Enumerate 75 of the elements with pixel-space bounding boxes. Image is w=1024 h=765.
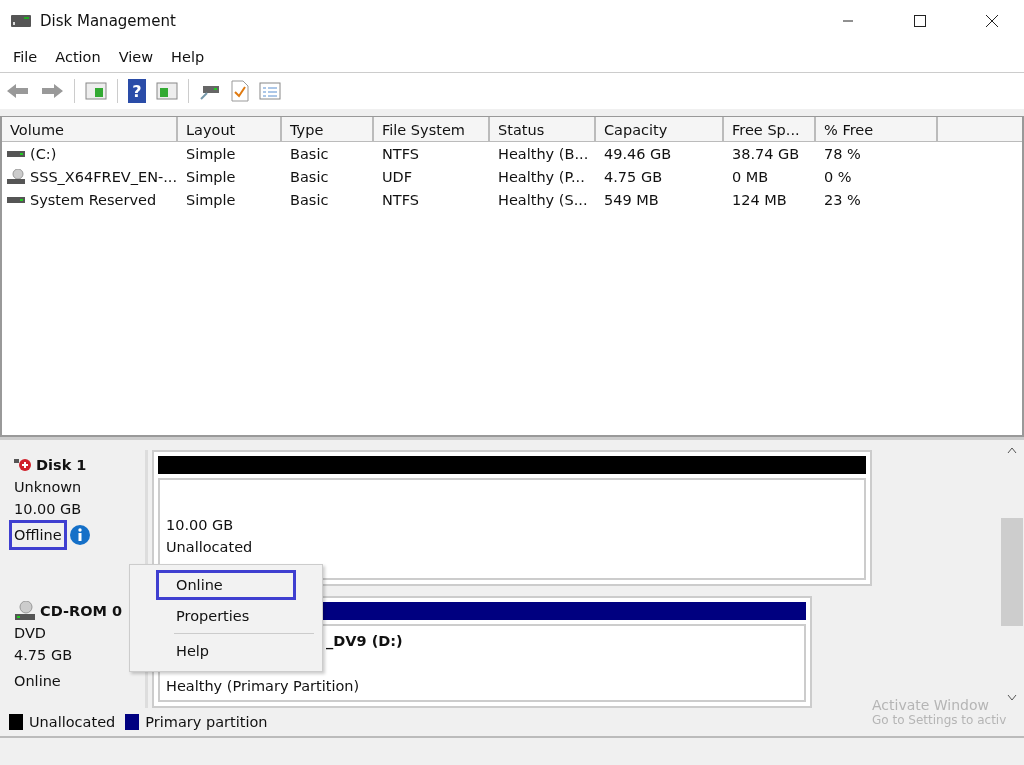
menu-item[interactable]: Action <box>46 49 110 65</box>
help-icon[interactable]: ? <box>128 79 146 103</box>
menu-item[interactable]: File <box>4 49 47 65</box>
forward-arrow-icon[interactable] <box>40 82 64 100</box>
table-cell: SSS_X64FREV_EN-... <box>30 168 178 185</box>
table-cell-text: 0 % <box>823 168 853 185</box>
disk-drive-icon <box>10 13 32 29</box>
activation-notice: Activate Window <box>872 697 991 713</box>
table-cell-text: Basic <box>289 168 330 185</box>
maximize-icon <box>913 14 927 28</box>
table-cell-text: UDF <box>381 168 414 185</box>
drive-icon <box>6 149 26 158</box>
table-cell-text: 23 % <box>823 191 862 208</box>
legend-label: Primary partition <box>145 714 268 730</box>
column-header[interactable]: Layout <box>178 117 282 141</box>
close-icon <box>985 14 999 28</box>
cd-drive-icon <box>6 168 26 185</box>
column-header[interactable]: Free Sp... <box>724 117 816 141</box>
column-header[interactable]: File System <box>374 117 490 141</box>
disk-type: DVD <box>14 624 47 643</box>
table-cell-text: 38.74 GB <box>731 145 801 162</box>
disk-size: 4.75 GB <box>14 646 74 665</box>
table-cell-text: Healthy (B... <box>497 145 590 162</box>
disk-size: 10.00 GB <box>14 500 83 519</box>
menu-item[interactable]: Help <box>156 636 296 666</box>
partition-text: Healthy (Primary Partition) <box>166 677 361 696</box>
legend-label: Unallocated <box>29 714 116 730</box>
disk-status: Online <box>13 672 62 691</box>
menu-item[interactable]: Help <box>162 49 214 65</box>
table-cell-text: Basic <box>289 191 330 208</box>
table-cell-text: 124 MB <box>731 191 788 208</box>
scrollbar-thumb[interactable] <box>1001 518 1023 626</box>
table-cell-text: 78 % <box>823 145 862 162</box>
menu-item[interactable]: Properties <box>156 601 296 631</box>
column-header[interactable]: Type <box>282 117 374 141</box>
table-cell-text: Healthy (S... <box>497 191 589 208</box>
column-header[interactable]: Status <box>490 117 596 141</box>
partition-text: Unallocated <box>166 538 254 557</box>
table-cell-text: Simple <box>185 191 237 208</box>
disk-name: Disk 1 <box>36 456 87 475</box>
disk-type: Unknown <box>14 478 83 497</box>
table-cell-text: 49.46 GB <box>603 145 673 162</box>
disk-error-icon <box>14 458 32 472</box>
table-cell-text: Simple <box>185 168 237 185</box>
scroll-down-icon[interactable] <box>1007 694 1017 702</box>
list-icon[interactable] <box>259 82 281 100</box>
table-cell-text: Simple <box>185 145 237 162</box>
column-header[interactable]: Capacity <box>596 117 724 141</box>
table-cell-text: 0 MB <box>731 168 770 185</box>
menu-item[interactable]: View <box>109 49 163 65</box>
disk-name: CD-ROM 0 <box>40 602 123 621</box>
panel-icon[interactable] <box>85 81 107 101</box>
drive-icon <box>6 195 26 204</box>
table-cell: (C:) <box>30 145 57 162</box>
cd-drive-icon <box>14 601 36 621</box>
table-cell-text: Basic <box>289 145 330 162</box>
partition-text: _DV9 (D:) <box>326 632 404 652</box>
back-arrow-icon[interactable] <box>6 82 30 100</box>
partition-text: 10.00 GB <box>166 516 235 535</box>
panel-icon[interactable] <box>156 81 178 101</box>
disk-status: Offline <box>9 520 67 550</box>
table-cell-text: 4.75 GB <box>603 168 664 185</box>
table-cell-text: NTFS <box>381 145 420 162</box>
column-header[interactable]: % Free <box>816 117 938 141</box>
table-cell-text: NTFS <box>381 191 420 208</box>
activation-hint: Go to Settings to activ <box>872 713 1007 727</box>
column-header[interactable]: Volume <box>2 117 178 141</box>
checklist-icon[interactable] <box>231 80 249 102</box>
menu-item[interactable]: Online <box>156 570 296 600</box>
table-cell-text: Healthy (P... <box>497 168 586 185</box>
table-cell-text: 549 MB <box>603 191 660 208</box>
window-title: Disk Management <box>40 12 176 30</box>
info-icon[interactable] <box>68 524 91 546</box>
table-cell: System Reserved <box>30 191 157 208</box>
scroll-up-icon[interactable] <box>1007 446 1017 454</box>
